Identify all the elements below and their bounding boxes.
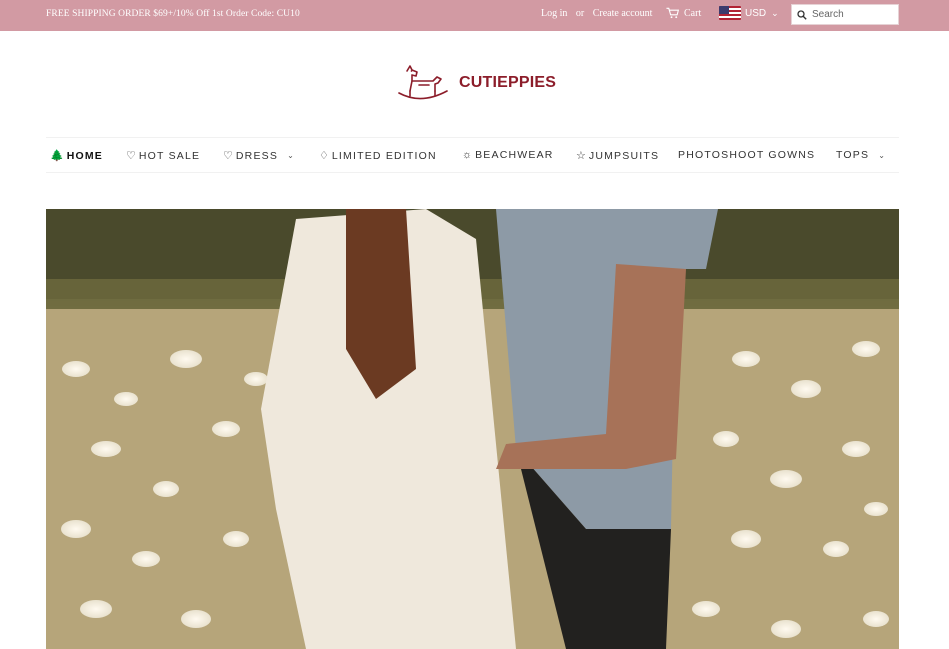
nav-item-limited-edition[interactable]: ♢ LIMITED EDITION: [319, 149, 437, 163]
login-link[interactable]: Log in: [541, 8, 567, 19]
currency-label: USD: [745, 7, 767, 19]
heart-icon: ♡: [126, 150, 136, 162]
brand-name: CUTIEPPIES: [459, 74, 557, 91]
heart-icon: ♡: [223, 150, 233, 162]
site-logo[interactable]: CUTIEPPIES: [397, 63, 556, 103]
nav-item-photoshoot-gowns[interactable]: PHOTOSHOOT GOWNS: [678, 149, 815, 161]
sun-icon: ☼: [462, 149, 473, 161]
nav-item-label: TOPS: [836, 149, 870, 161]
cart-icon: [666, 7, 679, 19]
rocking-horse-icon: [398, 65, 448, 100]
cart-link[interactable]: Cart: [666, 7, 701, 19]
hero-photo: [46, 209, 899, 649]
chevron-down-icon: ⌄: [771, 7, 779, 18]
nav-item-label: JUMPSUITS: [588, 149, 660, 162]
create-account-link[interactable]: Create account: [593, 8, 653, 19]
nav-item-label: BEACHWEAR: [475, 149, 554, 161]
promo-text: FREE SHIPPING ORDER $69+/10% Off 1st Ord…: [46, 9, 300, 19]
nav-item-label: HOME: [66, 149, 104, 162]
nav-item-beachwear[interactable]: ☼ BEACHWEAR: [462, 149, 554, 161]
nav-item-label: PHOTOSHOOT GOWNS: [678, 149, 816, 161]
chevron-down-icon: ⌄: [878, 150, 885, 160]
us-flag-icon: [719, 6, 741, 20]
nav-item-hot-sale[interactable]: ♡ HOT SALE: [126, 149, 201, 163]
main-navigation: 🌲 HOME ♡ HOT SALE ♡ DRESS ⌄ ♢ LIMITED ED…: [46, 137, 899, 173]
nav-item-label: DRESS: [235, 149, 279, 162]
search-icon: [797, 9, 807, 20]
nav-item-tops[interactable]: TOPS ⌄: [836, 149, 885, 161]
cart-label: Cart: [684, 7, 702, 19]
hero-banner-image[interactable]: [46, 209, 899, 649]
star-icon: ☆: [576, 150, 586, 162]
nav-item-label: HOT SALE: [138, 149, 201, 162]
account-links: Log in or Create account: [541, 8, 652, 19]
announcement-bar: FREE SHIPPING ORDER $69+/10% Off 1st Ord…: [0, 0, 949, 31]
diamond-icon: ♢: [319, 150, 329, 162]
nav-item-home[interactable]: 🌲 HOME: [50, 149, 104, 163]
search-box: [791, 4, 899, 25]
currency-selector[interactable]: USD ⌄: [719, 6, 779, 20]
or-text: or: [575, 8, 585, 19]
tree-icon: 🌲: [50, 150, 64, 162]
nav-item-jumpsuits[interactable]: ☆ JUMPSUITS: [576, 149, 660, 163]
nav-item-label: LIMITED EDITION: [331, 149, 437, 162]
nav-item-dress[interactable]: ♡ DRESS ⌄: [223, 149, 294, 163]
chevron-down-icon: ⌄: [287, 151, 294, 160]
search-input[interactable]: [812, 9, 892, 20]
